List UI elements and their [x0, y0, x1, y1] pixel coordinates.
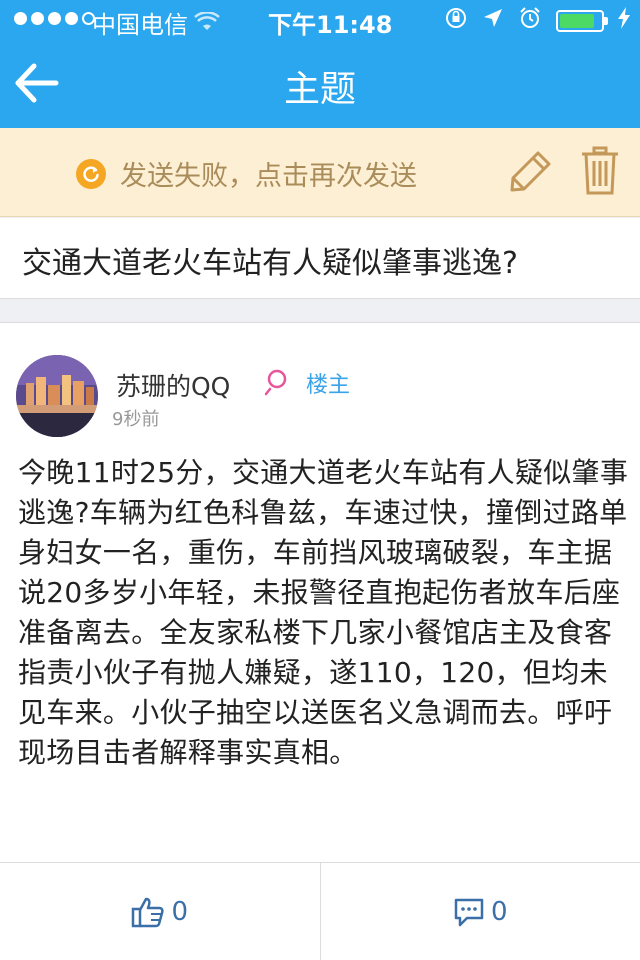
action-bar: 0 0 [0, 862, 640, 960]
send-failed-bar: 发送失败，点击再次发送 [0, 128, 640, 217]
screen: 中国电信 下午11:48 主题 发送失败，点击再次发送 交通大道老火车站有人疑似… [0, 0, 640, 960]
retry-send-button[interactable]: 发送失败，点击再次发送 [76, 154, 417, 193]
comment-button[interactable]: 0 [319, 863, 640, 960]
topic-header: 交通大道老火车站有人疑似肇事逃逸? [0, 218, 640, 299]
location-arrow-icon [482, 7, 504, 35]
alarm-icon [518, 6, 542, 36]
signal-strength [14, 12, 95, 25]
like-count: 0 [171, 897, 189, 927]
avatar-image [16, 355, 98, 437]
delete-button[interactable] [580, 146, 620, 196]
status-bar: 中国电信 下午11:48 [0, 0, 640, 40]
comment-count: 0 [490, 897, 508, 927]
status-icons [444, 6, 630, 36]
topic-title: 交通大道老火车站有人疑似肇事逃逸? [22, 246, 518, 281]
trash-icon [582, 146, 618, 195]
charging-bolt-icon [618, 7, 630, 35]
header: 中国电信 下午11:48 主题 [0, 0, 640, 128]
clock: 下午11:48 [268, 11, 393, 39]
post-timestamp: 9秒前 [112, 409, 160, 430]
avatar[interactable] [16, 355, 98, 437]
signal-dot [14, 12, 27, 25]
carrier-label: 中国电信 [92, 11, 188, 39]
edit-button[interactable] [508, 148, 554, 194]
battery-level [560, 14, 594, 28]
female-gender-icon [264, 367, 290, 397]
post-card: 苏珊的QQ 楼主 9秒前 今晚11时25分，交通大道老火车站有人疑似肇事逃逸?车… [0, 322, 640, 864]
battery-icon [556, 10, 608, 32]
thumbs-up-icon [132, 897, 165, 928]
like-button[interactable]: 0 [0, 863, 320, 960]
signal-dot [48, 12, 61, 25]
pencil-edit-icon [510, 151, 551, 192]
author-name[interactable]: 苏珊的QQ [116, 367, 230, 403]
orientation-lock-icon [444, 6, 468, 36]
wifi-icon [194, 10, 220, 38]
signal-dot [65, 12, 78, 25]
post-body: 今晚11时25分，交通大道老火车站有人疑似肇事逃逸?车辆为红色科鲁兹，车速过快，… [18, 456, 629, 769]
thread-owner-badge: 楼主 [306, 373, 351, 398]
nav-bar: 主题 [0, 40, 640, 128]
signal-dot [31, 12, 44, 25]
retry-icon [76, 158, 106, 189]
send-failed-message: 发送失败，点击再次发送 [120, 161, 417, 192]
page-title: 主题 [283, 69, 356, 110]
comment-icon [454, 898, 484, 927]
